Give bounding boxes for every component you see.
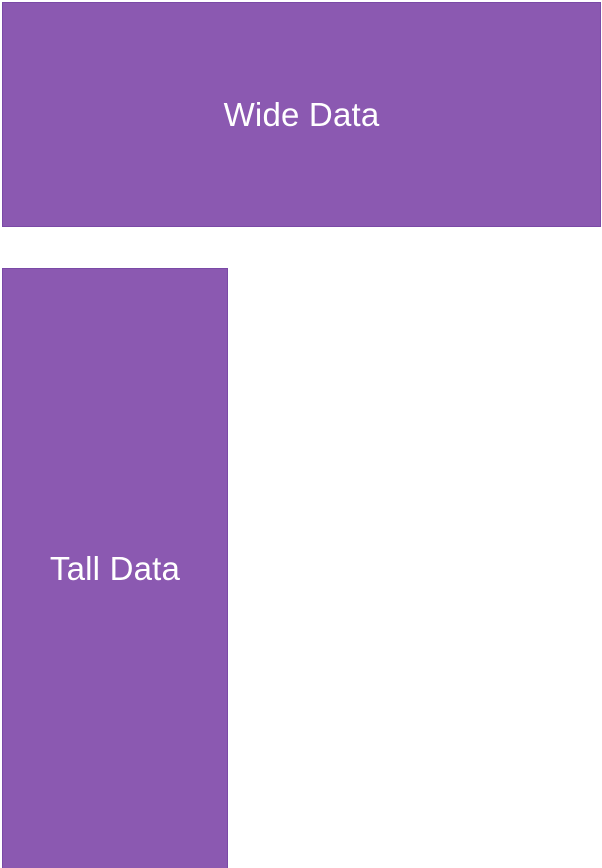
tall-data-label: Tall Data xyxy=(49,549,181,587)
wide-data-block: Wide Data xyxy=(2,2,601,227)
wide-data-label: Wide Data xyxy=(223,95,380,133)
tall-data-block: Tall Data xyxy=(2,268,228,868)
